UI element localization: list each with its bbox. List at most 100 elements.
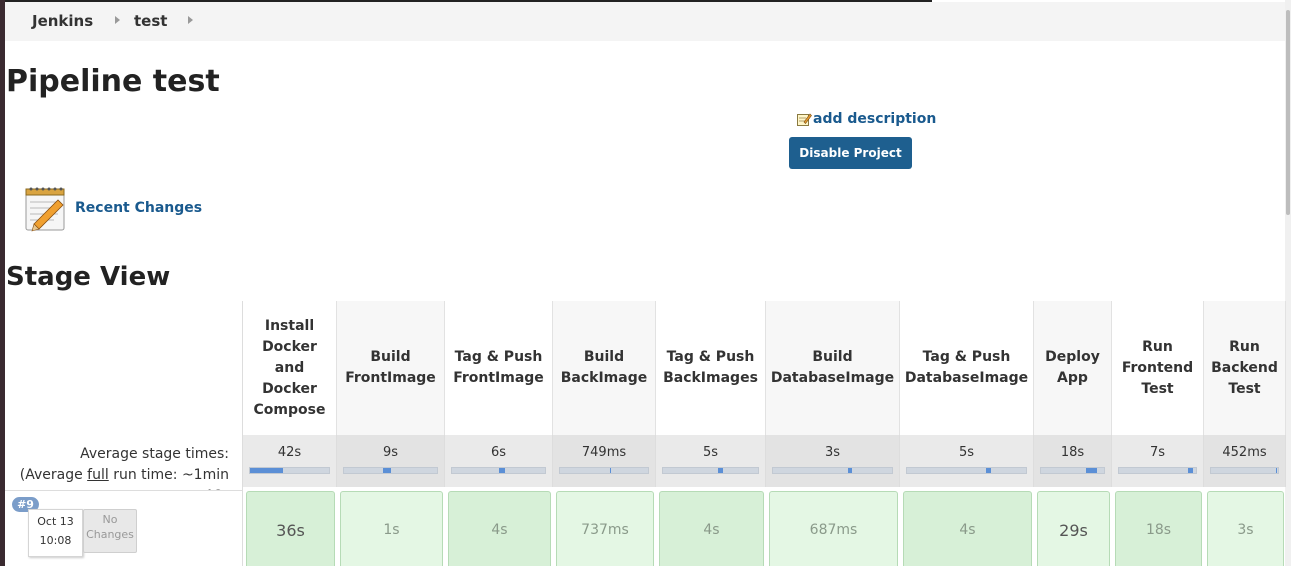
stage-name: Install Docker and Docker Compose (253, 317, 326, 418)
stage-run-cell[interactable]: 36s (243, 487, 337, 566)
stage-average-cell: 9s (337, 435, 445, 487)
stage-run-cell[interactable]: 3s (1204, 487, 1286, 566)
stage-duration-bar-fill (1085, 468, 1098, 473)
build-date: Oct 13 10:08 (28, 509, 83, 557)
notepad-icon (25, 187, 65, 232)
stage-header: Build FrontImage (337, 301, 445, 435)
stage-header: Tag & Push BackImages (656, 301, 766, 435)
stage-header: Install Docker and Docker Compose (243, 301, 337, 435)
stage-run-row: 36s 1s 4s 737ms 4s 687ms 4s 29s 18s 3s (243, 487, 1286, 566)
stage-view-title: Stage View (6, 262, 171, 292)
stage-run-cell[interactable]: 737ms (553, 487, 656, 566)
build-run-row[interactable]: #9 Oct 13 10:08 No Changes (5, 490, 242, 567)
stage-duration-bar-fill (718, 468, 723, 473)
breadcrumb: Jenkins test (5, 2, 1285, 41)
recent-changes-link[interactable]: Recent Changes (75, 200, 202, 216)
stage-header-row: Install Docker and Docker Compose Build F… (243, 301, 1286, 435)
stage-run-cell[interactable]: 4s (900, 487, 1034, 566)
breadcrumb-test[interactable]: test (134, 12, 167, 30)
stage-duration-bar-fill (383, 468, 392, 473)
stage-duration-bar-fill (985, 468, 992, 473)
stage-run-duration[interactable]: 4s (903, 491, 1032, 566)
no-changes-line1: No (102, 513, 118, 526)
stage-name: Build BackImage (560, 349, 648, 386)
avg-label-line2: (Average full run time: ~1min (0, 465, 229, 486)
stage-average-row: 42s 9s 6s 749ms 5s 3s 5s 18s 7s 452ms (243, 435, 1286, 487)
stage-duration-bar (906, 467, 1027, 474)
stage-header: Build BackImage (553, 301, 656, 435)
avg-label-post: run time: ~1min (108, 467, 229, 483)
avg-label-pre: (Average (19, 467, 88, 483)
stage-duration-bar (662, 467, 759, 474)
stage-average-time: 9s (382, 445, 399, 460)
stage-name: Run Frontend Test (1121, 338, 1194, 397)
stage-header: Run Backend Test (1204, 301, 1286, 435)
stage-run-cell[interactable]: 4s (445, 487, 553, 566)
scrollbar-thumb[interactable] (1286, 10, 1290, 215)
stage-header: Tag & Push DatabaseImage (900, 301, 1034, 435)
stage-average-cell: 7s (1112, 435, 1204, 487)
stage-name: Run Backend Test (1211, 338, 1278, 397)
stage-average-cell: 3s (766, 435, 900, 487)
edit-note-icon (797, 113, 812, 126)
stage-run-duration[interactable]: 687ms (769, 491, 898, 566)
stage-duration-bar (1210, 467, 1279, 474)
stage-average-cell: 749ms (553, 435, 656, 487)
stage-run-cell[interactable]: 1s (337, 487, 445, 566)
stage-duration-bar-fill (250, 468, 284, 473)
stage-header: Tag & Push FrontImage (445, 301, 553, 435)
stage-average-cell: 5s (656, 435, 766, 487)
stage-average-cell: 5s (900, 435, 1034, 487)
breadcrumb-jenkins[interactable]: Jenkins (32, 12, 93, 30)
stage-run-cell[interactable]: 29s (1034, 487, 1112, 566)
disable-project-button[interactable]: Disable Project (789, 137, 912, 169)
stage-duration-bar (343, 467, 438, 474)
stage-name: Build FrontImage (345, 349, 436, 386)
stage-duration-bar-fill (847, 468, 852, 473)
stage-average-time: 5s (702, 445, 719, 460)
stage-run-duration[interactable]: 737ms (556, 491, 654, 566)
page-title: Pipeline test (6, 64, 220, 99)
no-changes-line2: Changes (86, 528, 134, 541)
no-changes-box[interactable]: No Changes (83, 509, 137, 553)
stage-name: Tag & Push BackImages (663, 349, 758, 386)
stage-name: Build DatabaseImage (770, 349, 895, 386)
stage-run-duration[interactable]: 3s (1207, 491, 1284, 566)
build-date-day: Oct 13 (37, 515, 74, 528)
add-description-link[interactable]: add description (796, 111, 936, 127)
stage-duration-bar (1118, 467, 1197, 474)
stage-name: Deploy App (1045, 349, 1100, 386)
stage-run-duration[interactable]: 4s (659, 491, 764, 566)
stage-run-duration[interactable]: 1s (340, 491, 443, 566)
stage-average-cell: 6s (445, 435, 553, 487)
stage-average-time: 7s (1149, 445, 1166, 460)
stage-duration-bar (249, 467, 330, 474)
stage-duration-bar (772, 467, 893, 474)
stage-run-duration[interactable]: 4s (448, 491, 551, 566)
stage-average-time: 749ms (581, 445, 627, 460)
stage-average-time: 42s (277, 445, 302, 460)
stage-average-time: 6s (490, 445, 507, 460)
stage-duration-bar-fill (610, 468, 612, 473)
stage-run-duration[interactable]: 36s (246, 491, 335, 566)
stage-header: Deploy App (1034, 301, 1112, 435)
stage-name: Tag & Push DatabaseImage (904, 349, 1029, 386)
stage-duration-bar-fill (1275, 468, 1277, 473)
breadcrumb-chevron-icon[interactable] (188, 16, 193, 24)
stage-average-cell: 18s (1034, 435, 1112, 487)
breadcrumb-chevron-icon[interactable] (115, 16, 120, 24)
stage-duration-bar (451, 467, 546, 474)
stage-duration-bar-fill (499, 468, 505, 473)
build-date-time: 10:08 (39, 534, 72, 547)
stage-run-cell[interactable]: 687ms (766, 487, 900, 566)
avg-label-line1: Average stage times: (80, 446, 229, 462)
stage-header: Run Frontend Test (1112, 301, 1204, 435)
stage-run-cell[interactable]: 4s (656, 487, 766, 566)
stage-run-cell[interactable]: 18s (1112, 487, 1204, 566)
stage-duration-bar (559, 467, 649, 474)
stage-run-duration[interactable]: 29s (1037, 491, 1110, 566)
stage-run-duration[interactable]: 18s (1115, 491, 1202, 566)
stage-average-cell: 42s (243, 435, 337, 487)
add-description-label: add description (813, 111, 937, 127)
stage-average-time: 18s (1060, 445, 1085, 460)
